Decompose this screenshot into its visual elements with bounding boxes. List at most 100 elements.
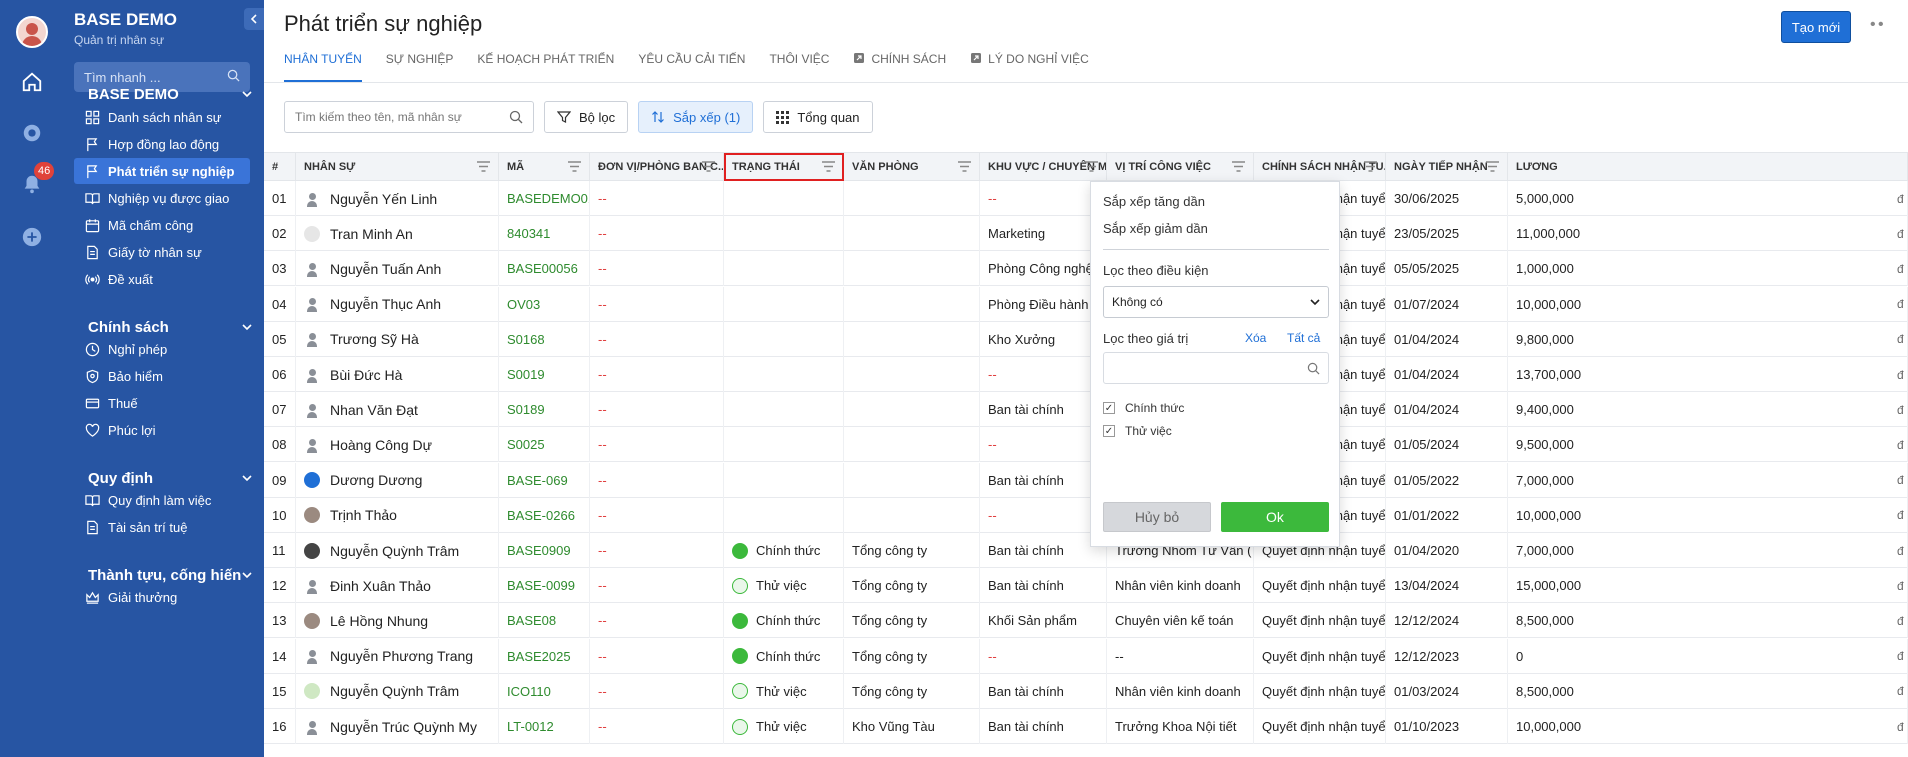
- sort-ascending-option[interactable]: Sắp xếp tăng dần: [1103, 194, 1205, 209]
- employee-search-input[interactable]: [295, 110, 509, 124]
- column-header[interactable]: KHU VỰC / CHUYÊN M...: [980, 153, 1107, 181]
- employee-name[interactable]: Nguyễn Thục Anh: [330, 296, 441, 312]
- filter-icon[interactable]: [1085, 161, 1098, 175]
- column-header[interactable]: NGÀY TIẾP NHẬN: [1386, 153, 1508, 181]
- column-header[interactable]: VĂN PHÒNG: [844, 153, 980, 181]
- tab[interactable]: NHÂN TUYỂN: [284, 46, 362, 82]
- column-header[interactable]: LƯƠNG: [1508, 153, 1908, 181]
- table-row[interactable]: 06Bùi Đức HàS0019----Nhân viên Tổ chức h…: [264, 357, 1908, 392]
- sidebar-item[interactable]: Quy định làm việc: [74, 487, 250, 513]
- sidebar-item[interactable]: Tài sản trí tuệ: [74, 514, 250, 540]
- sidebar-item[interactable]: Phát triển sự nghiệp: [74, 158, 250, 184]
- select-all-link[interactable]: Tất cả: [1287, 331, 1320, 345]
- sidebar-item[interactable]: Hợp đồng lao động: [74, 131, 250, 157]
- sidebar-item[interactable]: Danh sách nhân sự: [74, 104, 250, 130]
- column-header[interactable]: TRẠNG THÁI: [724, 153, 844, 181]
- column-header[interactable]: ĐƠN VỊ/PHÒNG BAN C...: [590, 153, 724, 181]
- sidebar-item[interactable]: Nghiệp vụ được giao: [74, 185, 250, 211]
- employee-name[interactable]: Trịnh Thảo: [330, 507, 397, 523]
- table-row[interactable]: 04Nguyễn Thục AnhOV03--Phòng Điều hànhTr…: [264, 286, 1908, 322]
- table-row[interactable]: 07Nhan Văn ĐạtS0189--Ban tài chínhTrưởng…: [264, 392, 1908, 428]
- sidebar-group-header[interactable]: BASE DEMO: [88, 86, 252, 103]
- employee-name[interactable]: Tran Minh An: [330, 226, 413, 242]
- collapse-sidebar-button[interactable]: [244, 8, 264, 30]
- table-row[interactable]: 10Trịnh ThảoBASE-0266----Nhân viên Tổ ch…: [264, 497, 1908, 533]
- column-header[interactable]: MÃ: [499, 153, 590, 181]
- sidebar-item[interactable]: Nghỉ phép: [74, 336, 250, 362]
- filter-icon[interactable]: [1486, 161, 1499, 175]
- sidebar-item[interactable]: Giải thưởng: [74, 584, 250, 610]
- sidebar-group-header[interactable]: Chính sách: [88, 319, 252, 336]
- employee-name[interactable]: Hoàng Công Dự: [330, 437, 432, 453]
- employee-name[interactable]: Nguyễn Yến Linh: [330, 191, 437, 207]
- employee-name[interactable]: Bùi Đức Hà: [330, 367, 402, 383]
- sidebar-item[interactable]: Đề xuất: [74, 266, 250, 292]
- employee-name[interactable]: Nguyễn Tuấn Anh: [330, 261, 441, 277]
- sidebar-item[interactable]: Giấy tờ nhân sự: [74, 239, 250, 265]
- employee-name[interactable]: Nguyễn Trúc Quỳnh My: [330, 719, 477, 735]
- table-row[interactable]: 09Dương DươngBASE-069--Ban tài chínhGiám…: [264, 462, 1908, 498]
- new-button[interactable]: Tạo mới: [1781, 11, 1851, 43]
- table-row[interactable]: 01Nguyễn Yến LinhBASEDEMO01------Quyết đ…: [264, 181, 1908, 216]
- filter-icon[interactable]: [477, 161, 490, 175]
- filter-icon[interactable]: [568, 161, 581, 175]
- sort-descending-option[interactable]: Sắp xếp giảm dần: [1103, 221, 1208, 236]
- table-row[interactable]: 12 Đinh Xuân Thảo BASE-0099 -- Thử việc Tổng …: [264, 568, 1908, 604]
- employee-name[interactable]: Dương Dương: [330, 472, 422, 488]
- table-row[interactable]: 08Hoàng Công DựS0025----Nhân viên Tổ chứ…: [264, 427, 1908, 463]
- table-row[interactable]: 02Tran Minh An840341--MarketingTổng Giám…: [264, 216, 1908, 252]
- sort-button[interactable]: Sắp xếp (1): [638, 101, 754, 133]
- tab[interactable]: LÝ DO NGHỈ VIỆC: [970, 46, 1089, 82]
- condition-select[interactable]: Không có: [1103, 286, 1329, 318]
- user-avatar[interactable]: [16, 16, 48, 48]
- filter-icon[interactable]: [1364, 161, 1377, 175]
- filter-icon[interactable]: [958, 161, 971, 175]
- table-row[interactable]: 16 Nguyễn Trúc Quỳnh My LT-0012 -- Thử việc K…: [264, 709, 1908, 744]
- tab[interactable]: YÊU CẦU CẢI TIẾN: [638, 46, 745, 82]
- home-icon[interactable]: [20, 70, 44, 94]
- filter-icon[interactable]: [702, 161, 715, 175]
- employee-name[interactable]: Đinh Xuân Thảo: [330, 578, 431, 594]
- clear-values-link[interactable]: Xóa: [1245, 331, 1266, 345]
- employee-name[interactable]: Lê Hồng Nhung: [330, 613, 428, 629]
- gear-icon[interactable]: [20, 121, 44, 145]
- overview-button[interactable]: Tổng quan: [763, 101, 873, 133]
- employee-name[interactable]: Nguyễn Quỳnh Trâm: [330, 543, 459, 559]
- employee-search-field[interactable]: [284, 101, 534, 133]
- table-row[interactable]: 11 Nguyễn Quỳnh Trâm BASE0909 -- Chính thức T…: [264, 533, 1908, 568]
- employee-name[interactable]: Nguyễn Quỳnh Trâm: [330, 683, 459, 699]
- tab[interactable]: CHÍNH SÁCH: [853, 46, 946, 82]
- table-row[interactable]: 14 Nguyễn Phương Trang BASE2025 -- Chính thứ…: [264, 638, 1908, 674]
- sidebar-item[interactable]: Mã chấm công: [74, 212, 250, 238]
- value-option-checkbox[interactable]: ✓ Thử việc: [1103, 424, 1172, 438]
- sidebar-item[interactable]: Bảo hiểm: [74, 363, 250, 389]
- filter-button[interactable]: Bộ lọc: [544, 101, 629, 133]
- tab[interactable]: SỰ NGHIỆP: [386, 46, 454, 82]
- column-header[interactable]: CHÍNH SÁCH NHẬN TU...: [1254, 153, 1386, 181]
- value-option-checkbox[interactable]: ✓ Chính thức: [1103, 401, 1184, 415]
- table-row[interactable]: 13 Lê Hồng Nhung BASE08 -- Chính thức Tổng cô…: [264, 603, 1908, 639]
- table-row[interactable]: 05Trương Sỹ HàS0168--Kho XưởngTrưởng ca …: [264, 321, 1908, 357]
- tab[interactable]: KẾ HOẠCH PHÁT TRIỂN: [477, 46, 614, 82]
- filter-icon[interactable]: [822, 161, 835, 175]
- table-row[interactable]: 03 Nguyễn Tuấn Anh BASE00056 -- Phòng Công n…: [264, 251, 1908, 287]
- column-header[interactable]: VỊ TRÍ CÔNG VIỆC: [1107, 153, 1254, 181]
- employee-name[interactable]: Trương Sỹ Hà: [330, 331, 419, 347]
- column-header[interactable]: #: [264, 153, 296, 181]
- sidebar-group-header[interactable]: Thành tựu, cống hiến: [88, 567, 252, 584]
- add-circle-icon[interactable]: [20, 225, 44, 249]
- employee-name[interactable]: Nhan Văn Đạt: [330, 402, 418, 418]
- table-row[interactable]: 15 Nguyễn Quỳnh Trâm ICO110 -- Thử việc Tổng …: [264, 673, 1908, 709]
- table-cell: --: [590, 497, 724, 533]
- employee-name[interactable]: Nguyễn Phương Trang: [330, 648, 473, 664]
- more-options-icon[interactable]: • •: [1870, 16, 1884, 34]
- value-search-input[interactable]: [1103, 352, 1329, 384]
- sidebar-item[interactable]: Thuế: [74, 390, 250, 416]
- sidebar-item[interactable]: Phúc lợi: [74, 417, 250, 443]
- sidebar-group-header[interactable]: Quy định: [88, 470, 252, 487]
- cancel-button[interactable]: Hủy bỏ: [1103, 502, 1211, 532]
- filter-icon[interactable]: [1232, 161, 1245, 175]
- tab[interactable]: THÔI VIỆC: [769, 46, 829, 82]
- ok-button[interactable]: Ok: [1221, 502, 1329, 532]
- column-header[interactable]: NHÂN SỰ: [296, 153, 499, 181]
